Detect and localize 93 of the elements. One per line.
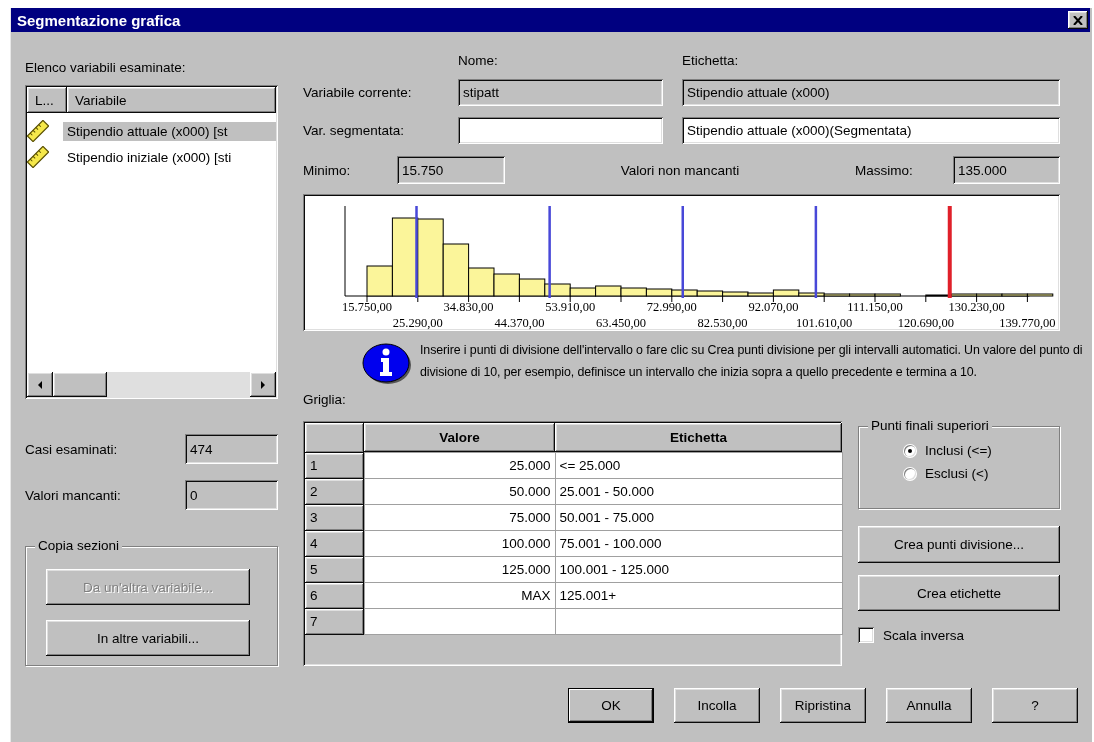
axis-label: 72.990,00 <box>646 300 697 314</box>
dialog-button[interactable]: Incolla <box>674 688 760 723</box>
scroll-thumb[interactable] <box>53 372 107 397</box>
copy-button[interactable]: In altre variabili... <box>46 620 250 656</box>
table-cell[interactable]: MAX <box>364 582 555 609</box>
axis-label: 15.750,00 <box>342 300 392 314</box>
axis-label: 53.910,00 <box>545 300 596 314</box>
axis-label: 101.610,00 <box>796 316 853 330</box>
table-cell[interactable]: <= 25.000 <box>555 452 842 479</box>
row-header[interactable]: 7 <box>305 608 364 635</box>
list-label: Elenco variabili esaminate: <box>25 60 187 75</box>
axis-label: 111.150,00 <box>847 300 903 314</box>
table-cell[interactable]: 125.001+ <box>555 582 842 609</box>
dialog-button[interactable]: Annulla <box>886 688 972 723</box>
table-cell[interactable]: 25.000 <box>364 452 555 479</box>
min-field: 15.750 <box>397 156 505 184</box>
axis-label: 120.690,00 <box>897 316 954 330</box>
table-cell[interactable] <box>555 608 842 635</box>
axis-label: 130.230,00 <box>948 300 1005 314</box>
horizontal-scrollbar[interactable] <box>27 372 276 397</box>
axis-label: 139.770,00 <box>999 316 1056 330</box>
scroll-left-button[interactable] <box>27 372 53 397</box>
table-cell[interactable]: 75.001 - 100.000 <box>555 530 842 557</box>
checkbox[interactable] <box>858 627 874 643</box>
grid-label: Griglia: <box>303 392 347 409</box>
checkbox-label[interactable]: Scala inversa <box>883 627 965 643</box>
axis-label: 25.290,00 <box>392 316 443 330</box>
table-cell[interactable]: 50.001 - 75.000 <box>555 504 842 531</box>
table-cell[interactable]: 125.000 <box>364 556 555 583</box>
stat-label: Valori mancanti: <box>25 487 121 503</box>
right-arrow-icon <box>259 379 267 390</box>
axis-label: 44.370,00 <box>494 316 545 330</box>
group-title: Punti finali superiori <box>868 418 992 433</box>
radio-label[interactable]: Inclusi (<=) <box>925 443 992 458</box>
window-title: Segmentazione grafica <box>17 11 181 29</box>
group-title: Copia sezioni <box>35 538 123 553</box>
left-arrow-icon <box>36 379 44 390</box>
close-icon <box>1073 15 1083 25</box>
division-line[interactable] <box>814 206 818 298</box>
action-button[interactable]: Crea punti divisione... <box>858 526 1060 563</box>
column-heading: Nome: <box>458 54 499 68</box>
name-field[interactable] <box>458 117 663 144</box>
histogram-bar <box>595 285 622 297</box>
min-label: Minimo: <box>303 162 352 178</box>
row-header[interactable]: 2 <box>305 478 364 505</box>
histogram-bar <box>493 273 520 297</box>
label-field[interactable]: Stipendio attuale (x000)(Segmentata) <box>682 117 1060 144</box>
column-header[interactable]: Etichetta <box>555 423 842 453</box>
variable-list[interactable]: L... Variabile Stipendio attuale (x000) [st Stipendio iniziale (x000) [sti <box>25 85 278 399</box>
column-header[interactable]: Variabile <box>67 87 276 113</box>
close-button[interactable] <box>1068 11 1088 29</box>
axis-label: 63.450,00 <box>596 316 646 330</box>
dialog-button[interactable]: OK <box>568 688 654 723</box>
action-button[interactable]: Crea etichette <box>858 575 1060 611</box>
axis-label: 34.830,00 <box>443 300 494 314</box>
axis-label: 82.530,00 <box>697 316 748 330</box>
stat-label: Casi esaminati: <box>25 441 118 457</box>
chart-caption: Valori non mancanti <box>619 162 741 178</box>
stat-field: 0 <box>185 480 278 510</box>
stat-field: 474 <box>185 434 278 464</box>
column-header[interactable]: L... <box>27 87 67 113</box>
table-cell[interactable]: 100.001 - 125.000 <box>555 556 842 583</box>
radio-button[interactable] <box>904 444 916 457</box>
row-header[interactable]: 5 <box>305 556 364 583</box>
table-cell[interactable] <box>364 608 555 635</box>
info-text: Inserire i punti di divisione dell'intervallo o fare clic su Crea punti divisione per gli intervalli automatici. Un valore del punto di divisione di 10, per esempio, definisce un intervallo che inizia sopra a quello precedente e termina a 10. <box>420 342 1084 381</box>
field-label: Variabile corrente: <box>303 85 413 100</box>
list-item[interactable]: Stipendio iniziale (x000) [sti <box>63 147 276 167</box>
column-header[interactable]: Valore <box>364 423 555 453</box>
dialog-button[interactable]: ? <box>992 688 1078 723</box>
row-header[interactable]: 4 <box>305 530 364 557</box>
table-cell[interactable]: 75.000 <box>364 504 555 531</box>
radio-button[interactable] <box>904 467 916 480</box>
name-field[interactable]: stipatt <box>458 79 663 106</box>
division-line[interactable] <box>681 206 684 298</box>
max-label: Massimo: <box>855 162 914 178</box>
max-field: 135.000 <box>953 156 1060 184</box>
row-header[interactable]: 1 <box>305 452 364 479</box>
row-header[interactable]: 6 <box>305 582 364 609</box>
column-heading: Etichetta: <box>682 54 740 68</box>
table-cell[interactable]: 100.000 <box>364 530 555 557</box>
list-item[interactable]: Stipendio attuale (x000) [st <box>63 121 276 141</box>
table-cell[interactable]: 50.000 <box>364 478 555 505</box>
radio-label[interactable]: Esclusi (<) <box>925 466 989 481</box>
histogram-bar <box>645 288 673 297</box>
table-cell[interactable]: 25.001 - 50.000 <box>555 478 842 505</box>
dialog-button[interactable]: Ripristina <box>780 688 866 723</box>
scroll-right-button[interactable] <box>250 372 276 397</box>
field-label: Var. segmentata: <box>303 123 406 138</box>
row-header[interactable]: 3 <box>305 504 364 531</box>
info-icon <box>362 341 412 385</box>
label-field[interactable]: Stipendio attuale (x000) <box>682 79 1060 106</box>
axis-label: 92.070,00 <box>748 300 799 314</box>
